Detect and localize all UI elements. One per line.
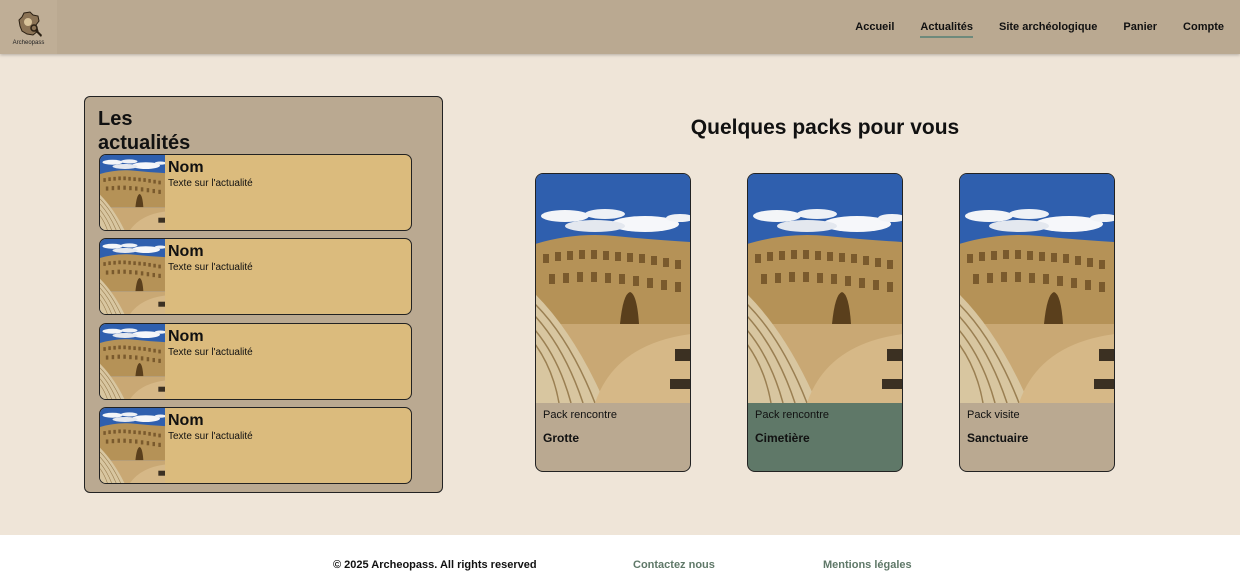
site-footer: © 2025 Archeopass. All rights reserved C… (0, 535, 1240, 587)
news-thumbnail (100, 239, 165, 314)
news-card[interactable]: Nom Texte sur l'actualité (99, 154, 412, 231)
pack-card-sanctuaire[interactable]: Pack visite Sanctuaire (959, 173, 1115, 472)
news-title: Les actualités (98, 108, 191, 154)
contact-link[interactable]: Contactez nous (633, 559, 715, 571)
pack-type: Pack visite (967, 409, 1020, 421)
nav-actualites[interactable]: Actualités (920, 21, 973, 38)
pack-name: Sanctuaire (967, 431, 1029, 445)
pack-name: Cimetière (755, 431, 810, 445)
news-name: Nom (168, 243, 204, 260)
france-map-logo-icon (17, 10, 42, 37)
news-thumbnail (100, 324, 165, 399)
copyright-text: © 2025 Archeopass. All rights reserved (333, 559, 537, 571)
legal-link[interactable]: Mentions légales (823, 559, 912, 571)
pack-card-grotte[interactable]: Pack rencontre Grotte (535, 173, 691, 472)
pack-image (536, 174, 690, 403)
news-text: Texte sur l'actualité (168, 178, 253, 189)
news-card[interactable]: Nom Texte sur l'actualité (99, 407, 412, 484)
pack-type: Pack rencontre (755, 409, 829, 421)
pack-image (748, 174, 902, 403)
news-name: Nom (168, 159, 204, 176)
nav-accueil[interactable]: Accueil (855, 21, 894, 33)
news-panel: Les actualités Nom Texte sur l'actualité… (84, 96, 443, 493)
site-header: Archeopass Accueil Actualités Site arché… (0, 0, 1240, 54)
packs-title: Quelques packs pour vous (690, 116, 960, 139)
nav-panier[interactable]: Panier (1123, 21, 1157, 33)
news-thumbnail (100, 155, 165, 230)
news-card[interactable]: Nom Texte sur l'actualité (99, 323, 412, 400)
pack-type: Pack rencontre (543, 409, 617, 421)
news-thumbnail (100, 408, 165, 483)
nav-compte[interactable]: Compte (1183, 21, 1224, 33)
news-text: Texte sur l'actualité (168, 431, 253, 442)
nav-site-archeologique[interactable]: Site archéologique (999, 21, 1097, 33)
news-text: Texte sur l'actualité (168, 347, 253, 358)
main-nav: Accueil Actualités Site archéologique Pa… (855, 0, 1224, 54)
news-text: Texte sur l'actualité (168, 262, 253, 273)
news-name: Nom (168, 328, 204, 345)
news-card[interactable]: Nom Texte sur l'actualité (99, 238, 412, 315)
pack-name: Grotte (543, 431, 579, 445)
news-name: Nom (168, 412, 204, 429)
pack-image (960, 174, 1114, 403)
logo-text: Archeopass (12, 39, 45, 46)
logo[interactable]: Archeopass (0, 0, 57, 54)
pack-card-cimetiere[interactable]: Pack rencontre Cimetière (747, 173, 903, 472)
